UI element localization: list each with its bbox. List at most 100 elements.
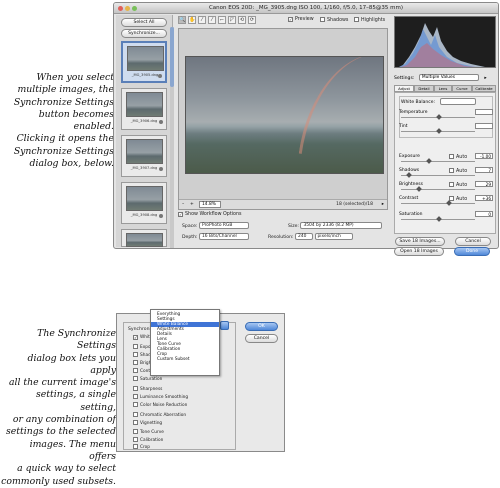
saturation-slider[interactable]: Saturation 0	[399, 211, 493, 222]
white-balance-label: White Balance:	[401, 100, 435, 105]
slider-value[interactable]: -1.00	[475, 153, 493, 159]
caption-line: settings, a single setting,	[36, 389, 116, 413]
brightness-slider[interactable]: Brightness Auto 29	[399, 181, 493, 192]
rotate-left-icon[interactable]: ⟲	[238, 16, 246, 24]
filmstrip-thumbnail[interactable]: _MG_3905.dng	[121, 41, 167, 83]
histogram	[394, 16, 496, 68]
slider-track[interactable]	[401, 189, 475, 190]
slider-value[interactable]	[475, 123, 493, 129]
white-balance-tool-icon[interactable]: ⁄	[198, 16, 206, 24]
slider-label: Temperature	[399, 110, 428, 115]
shadows-slider[interactable]: Shadows Auto 7	[399, 167, 493, 178]
next-image-icon[interactable]: ▸	[382, 200, 384, 209]
size-dropdown[interactable]: 3504 by 2336 (8.2 MP)	[300, 222, 383, 229]
zoom-out-icon[interactable]: –	[182, 200, 184, 209]
sync-option[interactable]: Saturation	[133, 376, 162, 382]
shadows-checkbox[interactable]: Shadows	[320, 17, 348, 23]
zoom-window-icon[interactable]	[132, 6, 137, 11]
close-window-icon[interactable]	[118, 6, 123, 11]
resolution-field[interactable]: 240	[295, 233, 314, 240]
sync-option[interactable]: Color Noise Reduction	[133, 402, 187, 408]
scrollbar-thumb[interactable]	[170, 27, 174, 87]
cancel-button[interactable]: Cancel	[455, 237, 491, 246]
tint-slider[interactable]: Tint	[399, 123, 493, 134]
auto-checkbox[interactable]: Auto	[449, 196, 467, 202]
zoom-level-field[interactable]: 14.8%	[199, 201, 221, 208]
space-dropdown[interactable]: ProPhoto RGB	[199, 222, 250, 229]
slider-value[interactable]: +36	[475, 195, 493, 201]
sync-option-label: Crop	[140, 445, 151, 450]
slider-knob[interactable]	[436, 216, 442, 222]
filmstrip-thumbnail[interactable]	[121, 229, 167, 247]
white-balance-dropdown[interactable]	[440, 98, 477, 105]
sync-option[interactable]: Luminance Smoothing	[133, 394, 188, 400]
tab-lens[interactable]: Lens	[434, 85, 452, 92]
slider-label: Saturation	[399, 212, 423, 217]
done-button[interactable]: Done	[454, 247, 490, 256]
caption-line: The Synchronize Settings	[37, 328, 116, 352]
tab-adjust[interactable]: Adjust	[394, 85, 414, 92]
color-sampler-tool-icon[interactable]: ⁄	[208, 16, 216, 24]
minimize-window-icon[interactable]	[125, 6, 130, 11]
filmstrip-scrollbar[interactable]	[170, 27, 174, 248]
filmstrip-thumbnail[interactable]: _MG_3908.dng	[121, 182, 167, 224]
preview-checkbox[interactable]: ✓ Preview	[288, 17, 314, 22]
depth-dropdown[interactable]: 16 Bits/Channel	[199, 233, 250, 240]
cancel-button[interactable]: Cancel	[245, 334, 278, 343]
caption-line: images. The menu offers	[29, 438, 116, 462]
filmstrip-thumbnail[interactable]: _MG_3906.dng	[121, 88, 167, 130]
slider-value[interactable]: 7	[475, 167, 493, 173]
camera-raw-window: Canon EOS 20D: _MG_3905.dng ISO 100, 1/1…	[113, 2, 499, 249]
slider-knob[interactable]	[416, 186, 422, 192]
sync-option[interactable]: Chromatic Aberration	[133, 412, 186, 418]
image-preview[interactable]: – + 14.8% 18 (selected)/18 ▸	[178, 28, 388, 210]
tab-detail[interactable]: Detail	[414, 85, 434, 92]
slider-value[interactable]: 29	[475, 181, 493, 187]
slider-track[interactable]	[401, 203, 475, 204]
auto-checkbox[interactable]: Auto	[449, 182, 467, 188]
slider-value[interactable]	[475, 109, 493, 115]
resolution-unit-dropdown[interactable]: pixels/inch	[314, 233, 353, 240]
contrast-slider[interactable]: Contrast Auto +36	[399, 195, 493, 206]
zoom-tool-icon[interactable]: 🔍	[178, 16, 186, 24]
zoom-in-icon[interactable]: +	[190, 200, 194, 209]
chevron-down-icon[interactable]	[220, 321, 229, 330]
tab-curve[interactable]: Curve	[452, 85, 472, 92]
tab-calibrate[interactable]: Calibrate	[472, 85, 496, 92]
auto-checkbox[interactable]: Auto	[449, 168, 467, 174]
slider-knob[interactable]	[426, 158, 432, 164]
sync-option[interactable]: Vignetting	[133, 420, 162, 426]
open-images-button[interactable]: Open 18 Images	[394, 247, 444, 256]
slider-knob[interactable]	[406, 172, 412, 178]
preview-status-bar: – + 14.8% 18 (selected)/18 ▸	[179, 199, 387, 209]
auto-checkbox[interactable]: Auto	[449, 154, 467, 160]
settings-menu-icon[interactable]: ▸	[484, 76, 486, 81]
save-images-button[interactable]: Save 18 Images...	[395, 237, 445, 246]
rotate-right-icon[interactable]: ⟳	[248, 16, 256, 24]
filmstrip-thumbnail[interactable]: _MG_3907.dng	[121, 135, 167, 177]
synchronize-button[interactable]: Synchronize...	[121, 29, 167, 38]
slider-track[interactable]	[401, 161, 475, 162]
select-all-button[interactable]: Select All	[121, 18, 167, 27]
settings-dropdown[interactable]: Multiple Values	[418, 74, 479, 81]
highlights-checkbox[interactable]: Highlights	[354, 17, 385, 23]
sync-option[interactable]: Tone Curve	[133, 429, 164, 435]
slider-track[interactable]	[401, 175, 475, 176]
hand-tool-icon[interactable]: ✋	[188, 16, 196, 24]
sync-option-label: Vignetting	[140, 421, 163, 426]
sync-option[interactable]: Crop	[133, 444, 150, 450]
caption-line: dialog box lets you apply	[27, 352, 116, 376]
straighten-tool-icon[interactable]: ◸	[228, 16, 236, 24]
show-workflow-checkbox[interactable]: ✓ Show Workflow Options	[178, 212, 242, 217]
ok-button[interactable]: OK	[245, 322, 278, 331]
slider-value[interactable]: 0	[475, 211, 493, 217]
slider-knob[interactable]	[436, 128, 442, 134]
menu-item[interactable]: Custom Subset	[157, 357, 219, 362]
crop-tool-icon[interactable]: ⌐	[218, 16, 226, 24]
exposure-slider[interactable]: Exposure Auto -1.00	[399, 153, 493, 164]
sync-option[interactable]: Sharpness	[133, 386, 162, 392]
slider-knob[interactable]	[436, 114, 442, 120]
sync-option[interactable]: Calibration	[133, 437, 163, 443]
slider-label: Tint	[399, 124, 408, 129]
temperature-slider[interactable]: Temperature	[399, 109, 493, 120]
